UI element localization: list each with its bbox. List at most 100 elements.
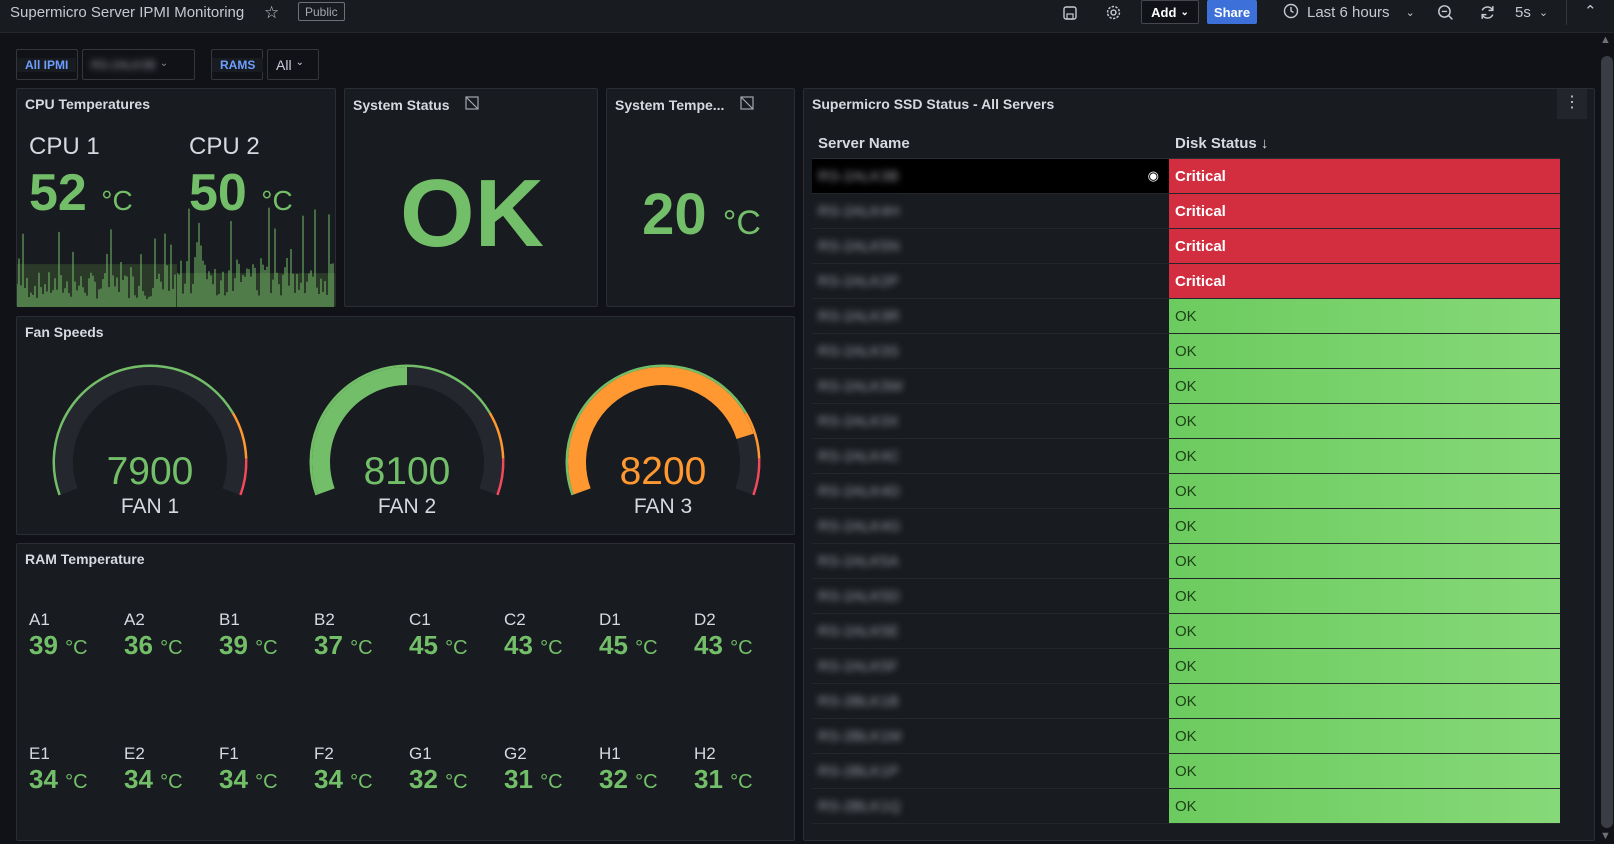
variable-select-rams[interactable]: All ⌄ [267,49,319,80]
server-name-cell[interactable]: RS-2ALK3B ◉ [812,158,1169,194]
table-row[interactable]: RS-2ALK5F OK [812,648,1560,684]
server-name-cell[interactable]: RS-2ALK3S [812,333,1169,369]
ram-stat-item: E1 34 °C [29,744,88,795]
server-name-cell[interactable]: RS-2BLK1Q [812,788,1169,824]
ram-slot-label: D1 [599,610,621,629]
ram-stat-item: A2 36 °C [124,610,183,661]
zoom-out-icon[interactable] [1437,0,1454,25]
ssd-status-panel[interactable]: Supermicro SSD Status - All Servers ⋮ Se… [803,88,1595,841]
add-button[interactable]: Add ⌄ [1141,0,1199,24]
column-header-disk-status[interactable]: Disk Status ↓ [1169,129,1560,159]
eye-icon[interactable]: ◉ [1148,168,1159,184]
server-name-cell[interactable]: RS-2ALK5N [812,228,1169,264]
table-row[interactable]: RS-2BLK1P OK [812,753,1560,789]
save-icon[interactable] [1062,0,1078,25]
variable-label: RAMS [212,57,264,72]
ram-slot-value: 31 °C [504,764,563,794]
server-name-cell[interactable]: RS-2ALK4C [812,438,1169,474]
refresh-interval-picker[interactable]: 5s ⌄ [1515,0,1548,25]
server-name-cell[interactable]: RS-2ALK5E [812,613,1169,649]
cpu-temperatures-panel[interactable]: CPU Temperatures CPU 1 CPU 2 52 °C 50 °C [16,88,336,307]
refresh-icon[interactable] [1479,0,1496,25]
panel-title: System Status [353,96,450,113]
scroll-up-icon[interactable]: ▲ [1600,34,1611,46]
system-temperature-value: 20 °C [642,182,761,247]
server-name-cell[interactable]: RS-2ALK3X [812,403,1169,439]
disk-status-cell: Critical [1169,228,1560,264]
table-row[interactable]: RS-2BLK1M OK [812,718,1560,754]
server-name-cell[interactable]: RS-2ALK4H [812,193,1169,229]
table-row[interactable]: RS-2ALK3X OK [812,403,1560,439]
fan-speeds-panel[interactable]: Fan Speeds 7900 8100 8200 FAN 1 FAN 2 FA… [16,316,795,535]
ram-slot-label: H2 [694,744,716,763]
disk-status-cell: Critical [1169,158,1560,194]
table-row[interactable]: RS-2ALK3B ◉ Critical [812,158,1560,194]
ram-slot-label: C1 [409,610,431,629]
variable-value: All [276,56,292,73]
ram-temperature-panel[interactable]: RAM Temperature A1 39 °C A2 36 °C B1 39 °C B2 3… [16,543,795,841]
kebab-menu-icon[interactable]: ⋮ [1557,89,1587,119]
server-name-cell[interactable]: RS-2ALK5D [812,578,1169,614]
ram-slot-label: G2 [504,744,527,763]
disk-status-cell: OK [1169,683,1560,719]
ram-stat-item: G2 31 °C [504,744,563,795]
fan1-label: FAN 1 [120,495,180,518]
server-name-cell[interactable]: RS-2ALK5F [812,648,1169,684]
share-button[interactable]: Share [1207,0,1257,24]
dashboard-title[interactable]: Supermicro Server IPMI Monitoring [10,0,244,25]
table-row[interactable]: RS-2ALK5A OK [812,543,1560,579]
time-range-picker[interactable]: Last 6 hours ⌄ [1283,0,1415,25]
cpu2-sparkline [177,207,335,307]
panel-title: CPU Temperatures [25,96,151,112]
ram-slot-label: E2 [124,744,145,763]
table-row[interactable]: RS-2ALK5E OK [812,613,1560,649]
server-name-cell[interactable]: RS-2ALK3R [812,298,1169,334]
table-row[interactable]: RS-2BLK1Q OK [812,788,1560,824]
server-name-cell[interactable]: RS-2BLK1P [812,753,1169,789]
column-header-server[interactable]: Server Name [812,129,1169,159]
server-name-cell[interactable]: RS-2BLK1B [812,683,1169,719]
gear-icon[interactable] [1105,0,1122,25]
table-row[interactable]: RS-2ALK3R OK [812,298,1560,334]
server-name-cell[interactable]: RS-2ALK4D [812,473,1169,509]
fan3-label: FAN 3 [633,495,693,518]
table-row[interactable]: RS-2ALK2P Critical [812,263,1560,299]
table-row[interactable]: RS-2ALK4D OK [812,473,1560,509]
ram-stat-item: H1 32 °C [599,744,658,795]
chevron-up-icon[interactable]: ⌃ [1584,2,1597,20]
variable-label: All IPMI [17,57,77,72]
table-row[interactable]: RS-2ALK4C OK [812,438,1560,474]
disk-status-cell: OK [1169,718,1560,754]
table-row[interactable]: RS-2ALK5N Critical [812,228,1560,264]
no-link-icon [465,96,480,113]
server-name-cell[interactable]: RS-2ALK5A [812,543,1169,579]
table-row[interactable]: RS-2ALK4G OK [812,508,1560,544]
system-temperature-panel[interactable]: System Tempe... 20 °C [606,88,795,307]
public-badge: Public [298,2,345,21]
disk-status-cell: OK [1169,753,1560,789]
server-name-cell[interactable]: RS-2BLK1M [812,718,1169,754]
server-name-cell[interactable]: RS-2ALK3W [812,368,1169,404]
divider [1566,0,1567,25]
table-row[interactable]: RS-2BLK1B OK [812,683,1560,719]
system-status-panel[interactable]: System Status OK [344,88,598,307]
chevron-down-icon: ⌄ [159,57,169,69]
table-row[interactable]: RS-2ALK5D OK [812,578,1560,614]
ram-slot-value: 32 °C [409,764,468,794]
star-icon[interactable]: ☆ [264,0,279,25]
ram-slot-value: 36 °C [124,630,183,660]
server-name-cell[interactable]: RS-2ALK2P [812,263,1169,299]
table-row[interactable]: RS-2ALK3S OK [812,333,1560,369]
table-row[interactable]: RS-2ALK4H Critical [812,193,1560,229]
disk-status-cell: OK [1169,438,1560,474]
chevron-down-icon: ⌄ [1538,7,1549,19]
ram-slot-label: H1 [599,744,621,763]
ram-stat-item: H2 31 °C [694,744,753,795]
server-name-cell[interactable]: RS-2ALK4G [812,508,1169,544]
page-scrollbar[interactable] [1601,56,1613,828]
scroll-down-icon[interactable]: ▼ [1600,830,1611,842]
table-row[interactable]: RS-2ALK3W OK [812,368,1560,404]
ram-stat-item: G1 32 °C [409,744,468,795]
ram-slot-label: F1 [219,744,239,763]
variable-select-ipmi[interactable]: RS-2ALK3B ⌄ [82,49,195,80]
